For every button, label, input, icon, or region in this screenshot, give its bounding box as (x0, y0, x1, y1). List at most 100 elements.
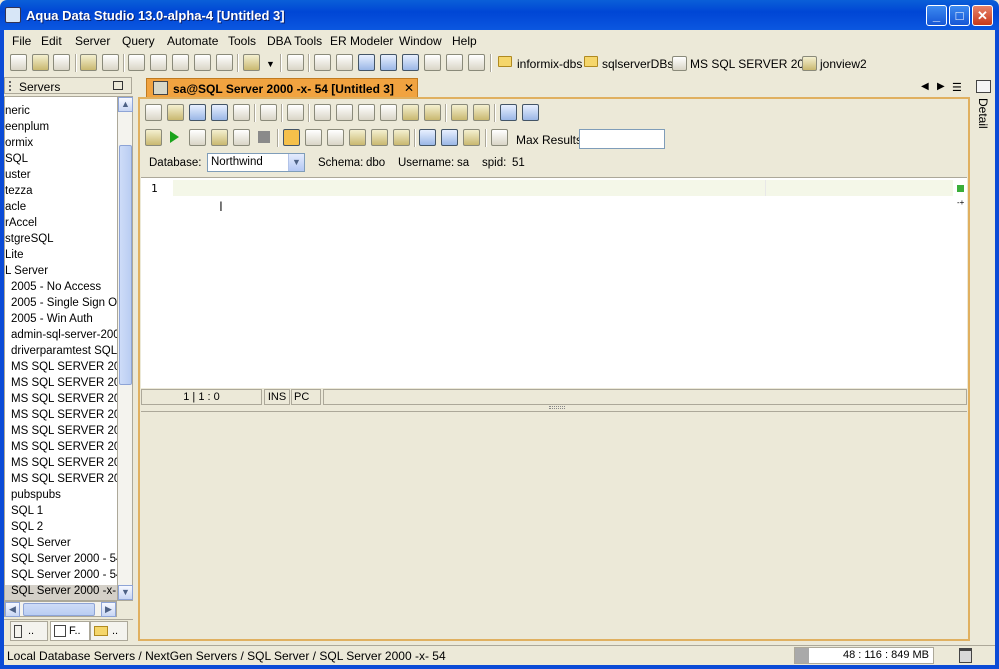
script-icon[interactable] (243, 54, 260, 71)
bookmark-informix-dbs[interactable]: informix-dbs (517, 57, 582, 71)
sql-editor[interactable]: 1 I -+ (141, 177, 967, 388)
disconnect-icon[interactable] (102, 54, 119, 71)
menu-automate[interactable]: Automate (167, 34, 218, 48)
server-tree-item[interactable]: L Server (5, 265, 117, 281)
rollback-icon[interactable] (327, 129, 344, 146)
execute-plan-icon[interactable] (233, 129, 250, 146)
menu-help[interactable]: Help (452, 34, 477, 48)
query-plan-icon[interactable] (393, 129, 410, 146)
server-tree-item[interactable]: neric (5, 105, 117, 121)
execute-icon[interactable] (170, 131, 179, 143)
scroll-thumb[interactable] (119, 145, 132, 385)
results-text-icon[interactable] (441, 129, 458, 146)
save-icon[interactable] (189, 104, 206, 121)
server-tree-item[interactable]: 2005 - No Access (5, 281, 117, 297)
execute-all-icon[interactable] (145, 129, 162, 146)
save-all-icon[interactable] (233, 104, 250, 121)
server-tree-item[interactable]: 2005 - Win Auth (5, 313, 117, 329)
garbage-collect-trash-icon[interactable] (959, 648, 972, 663)
server-tree-item[interactable]: rAccel (5, 217, 117, 233)
scroll-right-icon[interactable]: ▶ (101, 602, 116, 617)
menu-dba-tools[interactable]: DBA Tools (267, 34, 322, 48)
maximize-button[interactable]: □ (949, 5, 970, 26)
tab-list-icon[interactable]: ☰ (952, 81, 962, 94)
results-split-icon[interactable] (463, 129, 480, 146)
grid-view-icon[interactable] (314, 54, 331, 71)
statistics-icon[interactable] (371, 129, 388, 146)
page-setup-icon[interactable] (287, 104, 304, 121)
bookmark-ms-sql-server-2012[interactable]: MS SQL SERVER 2012 (690, 57, 817, 71)
detail-panel-icon[interactable] (976, 80, 991, 93)
export-icon[interactable] (216, 54, 233, 71)
detail-panel-tab[interactable]: Detail (976, 98, 990, 129)
paste-icon[interactable] (380, 104, 397, 121)
execute-current-icon[interactable] (189, 129, 206, 146)
splitter-grip-icon[interactable] (549, 406, 565, 409)
server-tree-item[interactable]: SQL (5, 153, 117, 169)
server-tree-item[interactable]: MS SQL SERVER 2012 (5, 457, 117, 473)
open-file-icon[interactable] (167, 104, 184, 121)
new-server-icon[interactable] (10, 54, 27, 71)
save-as-icon[interactable] (211, 104, 228, 121)
auto-commit-icon[interactable] (283, 129, 300, 146)
scroll-down-icon[interactable]: ▼ (118, 585, 133, 600)
compare-icon[interactable] (172, 54, 189, 71)
tile-layout-icon[interactable] (380, 54, 397, 71)
server-tree-item[interactable]: MS SQL SERVER 2008 (5, 425, 117, 441)
connect-icon[interactable] (80, 54, 97, 71)
server-tree-item[interactable]: uster (5, 169, 117, 185)
menu-tools[interactable]: Tools (228, 34, 256, 48)
edit-server-icon[interactable] (53, 54, 70, 71)
execute-script-icon[interactable] (211, 129, 228, 146)
server-tree-item[interactable]: SQL 2 (5, 521, 117, 537)
import-icon[interactable] (194, 54, 211, 71)
find-icon[interactable] (451, 104, 468, 121)
server-tree-item[interactable]: eenplum (5, 121, 117, 137)
database-select[interactable]: Northwind ▼ (207, 153, 305, 172)
explain-plan-icon[interactable] (349, 129, 366, 146)
detail-view-icon[interactable] (468, 54, 485, 71)
server-tree-item[interactable]: SQL Server (5, 537, 117, 553)
tab-query-window[interactable]: sa@SQL Server 2000 -x- 54 [Untitled 3] ✕ (146, 78, 418, 98)
server-tree-item[interactable]: SQL Server 2000 - 54 (5, 569, 117, 585)
tab-folders-view[interactable]: .. (90, 621, 128, 641)
select-all-icon[interactable] (314, 104, 331, 121)
replace-icon[interactable] (473, 104, 490, 121)
cut-icon[interactable] (336, 104, 353, 121)
query-window-icon[interactable] (128, 54, 145, 71)
minimize-button[interactable]: _ (926, 5, 947, 26)
print-icon[interactable] (260, 104, 277, 121)
menu-server[interactable]: Server (75, 34, 110, 48)
scroll-left-icon[interactable]: ◀ (5, 602, 20, 617)
query-analyzer-icon[interactable] (150, 54, 167, 71)
close-button[interactable]: ✕ (972, 5, 993, 26)
server-tree-item[interactable]: MS SQL SERVER 2008 (5, 441, 117, 457)
menu-query[interactable]: Query (122, 34, 155, 48)
drag-grip-icon[interactable] (9, 81, 13, 91)
cascade-layout-icon[interactable] (402, 54, 419, 71)
server-tree-vertical-scrollbar[interactable]: ▲ ▼ (117, 96, 133, 601)
register-server-icon[interactable] (32, 54, 49, 71)
tree-view-icon[interactable] (446, 54, 463, 71)
dropdown-arrow-icon[interactable]: ▼ (266, 59, 275, 69)
server-tree-item[interactable]: MS SQL SERVER 2005 (5, 377, 117, 393)
tab-files-view[interactable]: F.. (50, 621, 90, 641)
commit-icon[interactable] (305, 129, 322, 146)
server-tree-item[interactable]: MS SQL SERVER 2008 (5, 409, 117, 425)
server-tree-item[interactable]: 2005 - Single Sign On (5, 297, 117, 313)
split-handle-icon[interactable]: -+ (957, 198, 964, 207)
server-tree-item[interactable]: acle (5, 201, 117, 217)
split-view-icon[interactable] (424, 54, 441, 71)
server-tree-item[interactable]: stgreSQL (5, 233, 117, 249)
stop-icon[interactable] (258, 131, 270, 143)
server-tree-item[interactable]: SQL 1 (5, 505, 117, 521)
server-tree-item-selected[interactable]: SQL Server 2000 -x- 5 (5, 585, 117, 600)
format-sql-icon[interactable] (500, 104, 517, 121)
server-tree-item[interactable]: MS SQL SERVER 2012 (5, 473, 117, 489)
results-grid-icon[interactable] (419, 129, 436, 146)
chevron-down-icon[interactable]: ▼ (288, 154, 304, 171)
server-tree-horizontal-scrollbar[interactable]: ◀ ▶ (4, 601, 117, 617)
server-tree-item[interactable]: MS SQL SERVER 2000 (5, 361, 117, 377)
server-tree-item[interactable]: SQL Server 2000 - 54 (5, 553, 117, 569)
undo-icon[interactable] (402, 104, 419, 121)
